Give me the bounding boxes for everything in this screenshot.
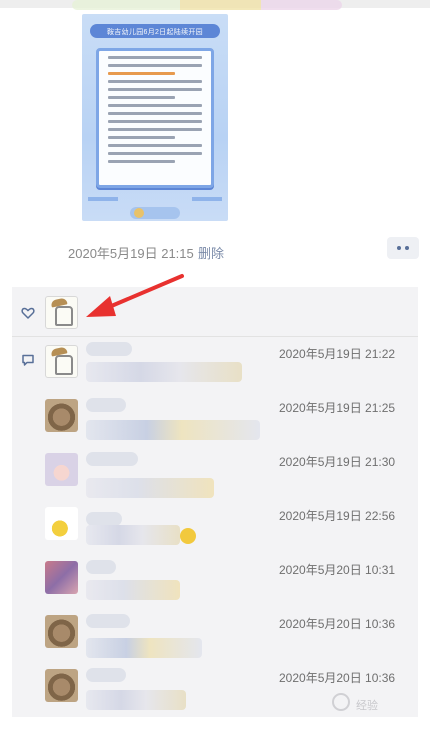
poster-title: 鞍吉幼儿园6月2日起陆续开园	[107, 29, 203, 36]
watermark: 经验	[356, 700, 378, 712]
more-dots-icon	[397, 246, 401, 250]
heart-outline-icon	[21, 307, 35, 319]
commenter-name-blurred[interactable]	[86, 614, 130, 628]
blurred-text	[72, 0, 342, 10]
comment-time: 2020年5月20日 10:31	[279, 563, 396, 577]
commenter-avatar[interactable]	[45, 615, 78, 648]
commenter-name-blurred[interactable]	[86, 452, 138, 466]
comment-time: 2020年5月20日 10:36	[279, 617, 396, 631]
commenter-avatar[interactable]	[45, 345, 78, 378]
delete-link[interactable]: 删除	[198, 243, 224, 262]
comment-time: 2020年5月19日 22:56	[279, 509, 396, 523]
panel-divider	[12, 336, 418, 337]
comment-text-blurred	[86, 638, 202, 658]
liker-avatar[interactable]	[45, 296, 78, 329]
comment-time: 2020年5月19日 21:22	[279, 347, 396, 361]
commenter-avatar[interactable]	[45, 453, 78, 486]
commenter-name-blurred[interactable]	[86, 512, 122, 526]
comment-time: 2020年5月19日 21:30	[279, 455, 396, 469]
more-button[interactable]	[387, 237, 419, 259]
commenter-name-blurred[interactable]	[86, 668, 126, 682]
commenter-name-blurred[interactable]	[86, 560, 116, 574]
commenter-avatar[interactable]	[45, 669, 78, 702]
comment-text-blurred	[86, 525, 180, 545]
comment-time: 2020年5月20日 10:36	[279, 671, 396, 685]
comment-text-blurred	[86, 690, 186, 710]
post-timestamp: 2020年5月19日 21:15	[68, 246, 194, 261]
commenter-name-blurred[interactable]	[86, 342, 132, 356]
comment-time: 2020年5月19日 21:25	[279, 401, 396, 415]
poster-notice-paper	[96, 48, 214, 188]
commenter-avatar[interactable]	[45, 399, 78, 432]
commenter-name-blurred[interactable]	[86, 398, 126, 412]
comment-text-blurred	[86, 478, 214, 498]
post-meta-row: 2020年5月19日 21:15 删除	[68, 243, 428, 261]
commenter-avatar[interactable]	[45, 561, 78, 594]
comment-text-blurred	[86, 420, 260, 440]
commenter-avatar[interactable]	[45, 507, 78, 540]
comment-text-blurred	[86, 580, 180, 600]
emoji-icon	[180, 528, 196, 544]
post-image[interactable]: 鞍吉幼儿园6月2日起陆续开园	[82, 14, 228, 221]
comment-text-blurred	[86, 362, 242, 382]
watermark-logo	[332, 693, 350, 711]
comment-bubble-icon	[22, 354, 34, 366]
